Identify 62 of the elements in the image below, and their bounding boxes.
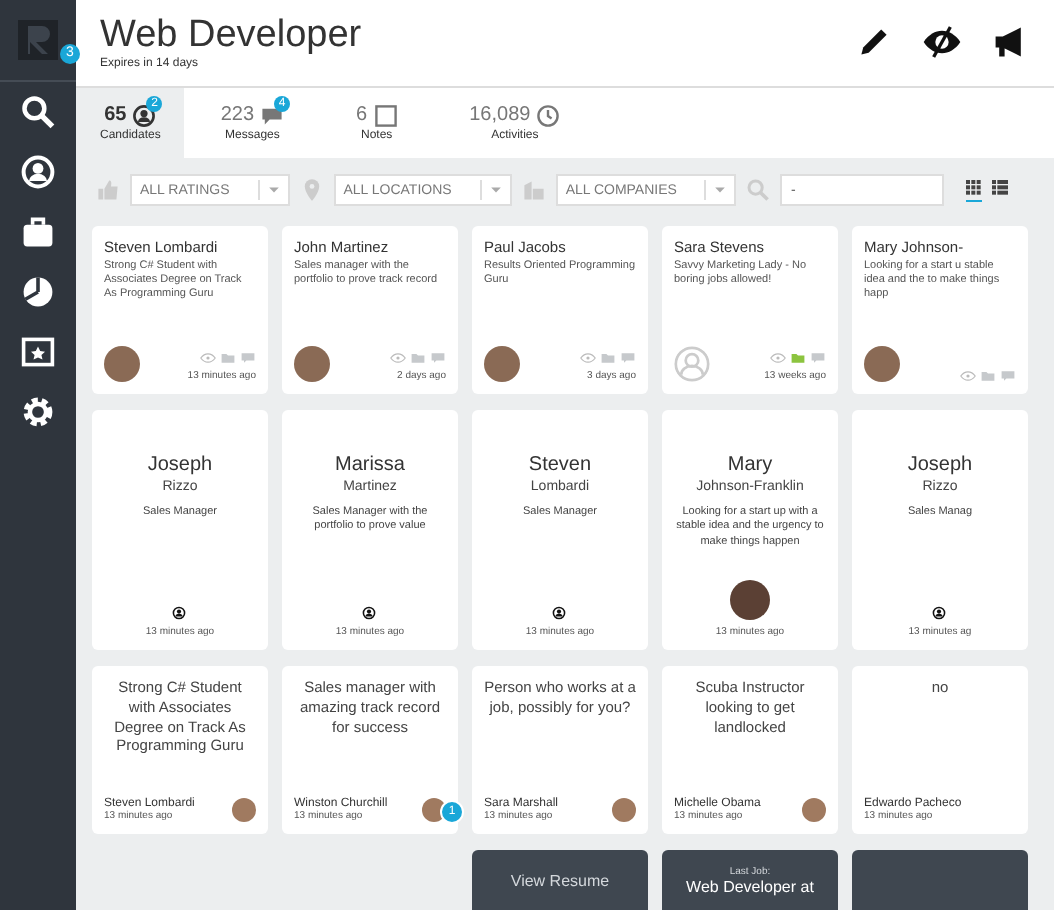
stat-value: 65: [104, 104, 127, 127]
eye-icon[interactable]: [390, 352, 406, 364]
comment-icon[interactable]: [240, 352, 256, 364]
avatar-silhouette-icon: [674, 346, 710, 382]
buildings-icon: [521, 178, 546, 202]
avatar-photo-placeholder: [802, 798, 826, 822]
search-icon: [746, 178, 771, 202]
user-circle-icon: [132, 103, 157, 128]
eye-icon[interactable]: [580, 352, 596, 364]
comment-icon[interactable]: [1000, 370, 1016, 382]
first-name: Joseph: [907, 454, 973, 476]
avatar-photo-placeholder: [484, 346, 520, 382]
first-name: Marissa: [334, 454, 405, 476]
comment-icon[interactable]: [810, 352, 826, 364]
avatar-photo-placeholder: [422, 798, 446, 822]
user-circle-icon: [932, 606, 947, 620]
first-name: Joseph: [147, 454, 213, 476]
caret-icon: [714, 186, 727, 194]
user-circle-icon: [362, 606, 377, 620]
avatar-photo-placeholder: [294, 346, 330, 382]
star-calendar-icon: [20, 334, 56, 370]
clock-icon: [536, 103, 561, 128]
avatar-photo-placeholder: [232, 798, 256, 822]
page-title: Web Developer: [100, 14, 362, 57]
caret-icon: [267, 186, 280, 194]
folder-icon[interactable]: [220, 352, 236, 364]
logo-icon[interactable]: [18, 20, 58, 60]
pie-chart-icon: [20, 274, 56, 310]
first-name: Mary: [727, 454, 773, 476]
avatar-photo-placeholder: [612, 798, 636, 822]
user-circle-icon: [172, 606, 187, 620]
folder-icon[interactable]: [790, 352, 806, 364]
folder-icon[interactable]: [980, 370, 996, 382]
folder-icon[interactable]: [600, 352, 616, 364]
caret-icon: [489, 186, 502, 194]
stat-value: 6: [356, 104, 368, 127]
eye-icon[interactable]: [770, 352, 786, 364]
comment-icon[interactable]: [430, 352, 446, 364]
last-job-value: Web Developer at: [686, 877, 814, 895]
avatar-photo-placeholder: [729, 580, 770, 620]
thumbs-up-icon: [96, 178, 120, 202]
grid-view-icon[interactable]: [966, 179, 983, 201]
user-circle-icon: [20, 154, 56, 190]
first-name: Steven: [528, 454, 592, 476]
briefcase-icon: [20, 214, 56, 250]
view-resume-button[interactable]: View Resume: [472, 850, 648, 910]
folder-icon[interactable]: [410, 352, 426, 364]
stat-value: 16,089: [469, 104, 531, 127]
stat-value: 223: [220, 104, 255, 127]
avatar-photo-placeholder: [104, 346, 140, 382]
avatar-photo-placeholder: [864, 346, 900, 382]
location-pin-icon: [299, 178, 324, 202]
search-icon: [20, 94, 56, 130]
eye-icon[interactable]: [960, 370, 976, 382]
eye-icon[interactable]: [200, 352, 216, 364]
settings-icon: [20, 394, 56, 430]
note-icon: [373, 103, 398, 128]
eye-slash-icon[interactable]: [922, 24, 962, 61]
list-view-icon[interactable]: [992, 179, 1009, 201]
comment-icon[interactable]: [620, 352, 636, 364]
user-circle-icon: [552, 606, 567, 620]
chat-icon: [260, 103, 285, 128]
